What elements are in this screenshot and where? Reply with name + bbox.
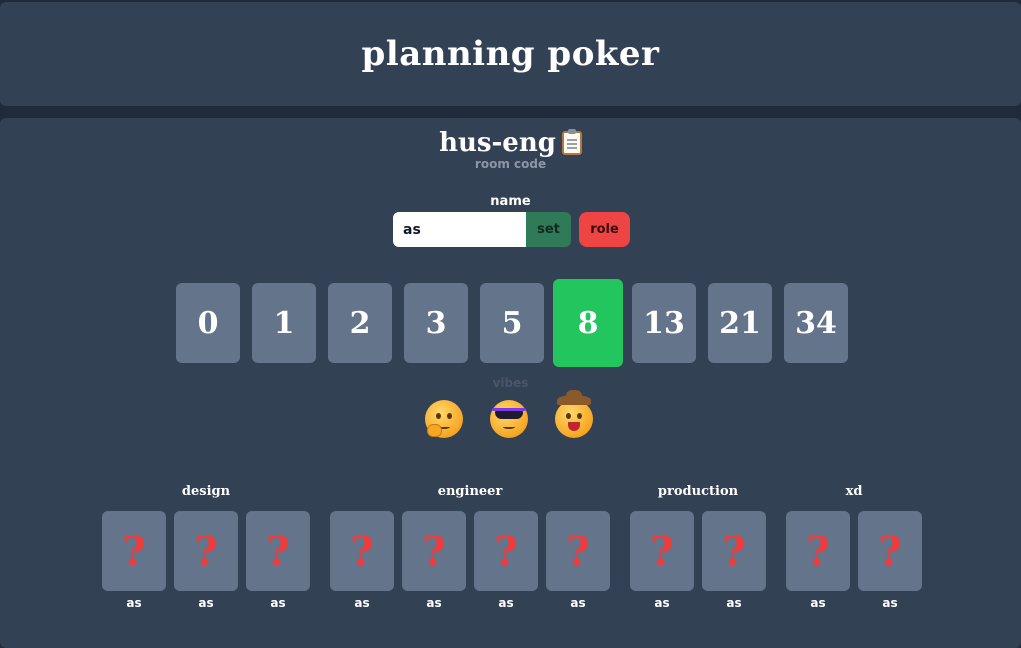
hidden-card: ? — [102, 511, 166, 591]
player-engineer: ? as — [474, 511, 538, 610]
set-name-button[interactable]: set — [526, 212, 571, 247]
room-code: hus-eng — [439, 128, 556, 158]
player-name: as — [426, 596, 442, 610]
player-name: as — [654, 596, 670, 610]
group-label-engineer: engineer — [437, 484, 503, 499]
vote-card-21[interactable]: 21 — [708, 283, 772, 363]
thinking-face-icon[interactable] — [425, 400, 463, 438]
player-name: as — [882, 596, 898, 610]
player-engineer: ? as — [330, 511, 394, 610]
player-design: ? as — [102, 511, 166, 610]
vote-card-8[interactable]: 8 — [553, 279, 623, 367]
vote-card-1[interactable]: 1 — [252, 283, 316, 363]
player-xd: ? as — [786, 511, 850, 610]
group-label-production: production — [657, 484, 739, 499]
app-header: planning poker — [0, 2, 1021, 106]
vote-cards: 0 1 2 3 5 8 13 21 34 — [0, 279, 1021, 367]
hidden-card: ? — [702, 511, 766, 591]
vote-card-13[interactable]: 13 — [632, 283, 696, 363]
player-name: as — [270, 596, 286, 610]
room-panel: hus-eng room code name set role 01235813… — [0, 118, 1021, 648]
player-name: as — [354, 596, 370, 610]
player-name: as — [198, 596, 214, 610]
vibes-row — [425, 390, 593, 438]
clipboard-icon[interactable] — [561, 129, 582, 155]
player-design: ? as — [174, 511, 238, 610]
player-name: as — [570, 596, 586, 610]
hidden-card: ? — [174, 511, 238, 591]
app-title: planning poker — [361, 34, 660, 74]
vote-card-2[interactable]: 2 — [328, 283, 392, 363]
room-code-row: hus-eng — [0, 128, 1021, 158]
hidden-card: ? — [858, 511, 922, 591]
name-input[interactable] — [393, 212, 526, 247]
player-production: ? as — [702, 511, 766, 610]
vote-card-34[interactable]: 34 — [784, 283, 848, 363]
name-form: set role — [393, 212, 630, 247]
group-label-design: design — [181, 484, 231, 499]
group-label-xd: xd — [845, 484, 863, 499]
player-engineer: ? as — [546, 511, 610, 610]
player-name: as — [726, 596, 742, 610]
vote-card-0[interactable]: 0 — [176, 283, 240, 363]
vote-card-5[interactable]: 5 — [480, 283, 544, 363]
vote-card-3[interactable]: 3 — [404, 283, 468, 363]
role-button[interactable]: role — [579, 212, 630, 247]
hidden-card: ? — [330, 511, 394, 591]
room-code-caption: room code — [474, 157, 547, 171]
hidden-card: ? — [474, 511, 538, 591]
hidden-card: ? — [402, 511, 466, 591]
player-engineer: ? as — [402, 511, 466, 610]
cool-face-icon[interactable] — [490, 400, 528, 438]
cowboy-face-icon[interactable] — [555, 390, 593, 438]
hidden-card: ? — [786, 511, 850, 591]
player-design: ? as — [246, 511, 310, 610]
hidden-card: ? — [630, 511, 694, 591]
name-label: name — [490, 194, 531, 209]
hidden-card: ? — [246, 511, 310, 591]
player-name: as — [810, 596, 826, 610]
player-xd: ? as — [858, 511, 922, 610]
player-name: as — [126, 596, 142, 610]
hidden-card: ? — [546, 511, 610, 591]
player-name: as — [498, 596, 514, 610]
player-production: ? as — [630, 511, 694, 610]
vibes-label: vibes — [492, 376, 529, 390]
